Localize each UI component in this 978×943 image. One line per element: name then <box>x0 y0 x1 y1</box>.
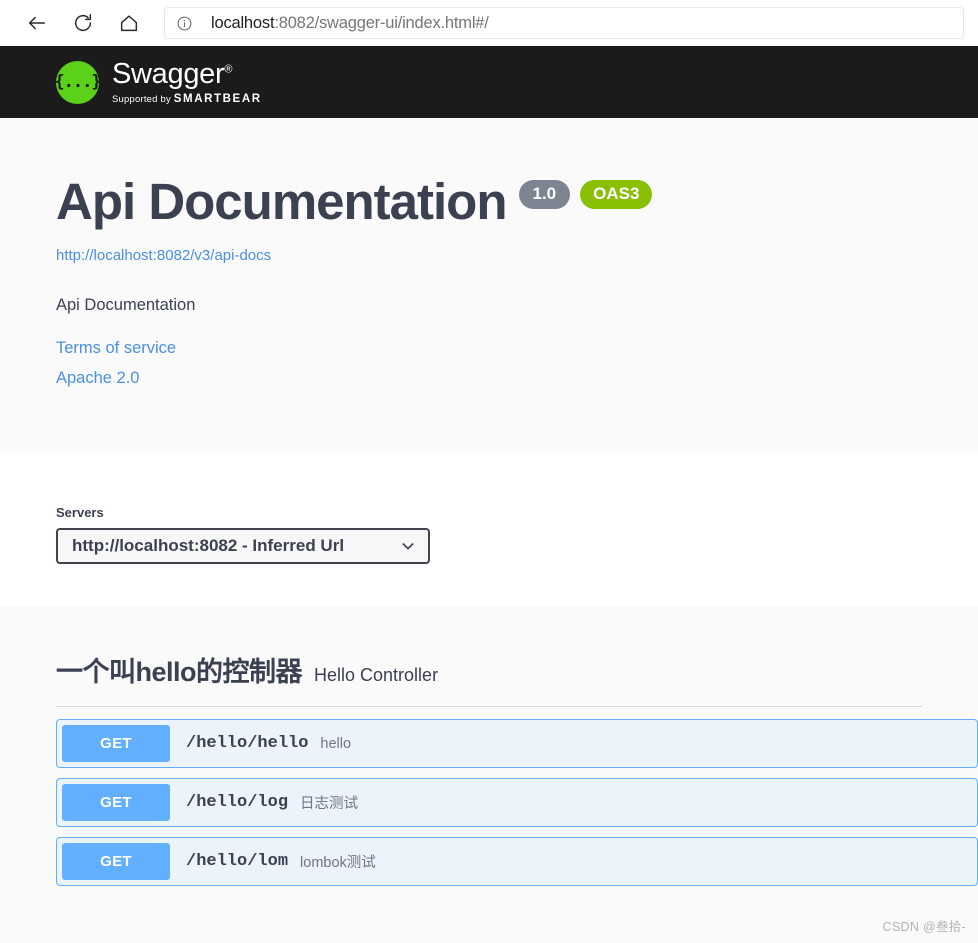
logo-subtitle: Supported by SMARTBEAR <box>112 93 262 105</box>
method-badge-get: GET <box>62 784 170 821</box>
back-button[interactable] <box>14 5 60 41</box>
operation-row[interactable]: GET /hello/lom lombok测试 <box>56 837 978 886</box>
method-badge-get: GET <box>62 725 170 762</box>
swagger-logo[interactable]: {...} Swagger® Supported by SMARTBEAR <box>54 57 262 105</box>
server-select-value: http://localhost:8082 - Inferred Url <box>72 536 345 555</box>
tag-description: Hello Controller <box>314 665 439 685</box>
url-path: :8082/swagger-ui/index.html#/ <box>274 13 489 32</box>
home-icon <box>120 15 138 32</box>
terms-of-service-link[interactable]: Terms of service <box>56 339 922 358</box>
operation-summary: lombok测试 <box>300 855 376 871</box>
address-bar[interactable]: localhost:8082/swagger-ui/index.html#/ <box>164 7 964 39</box>
reload-button[interactable] <box>60 5 106 41</box>
operations-section: 一个叫hello的控制器 Hello Controller GET /hello… <box>0 606 978 886</box>
swagger-braces-icon: {...} <box>54 60 102 104</box>
license-link[interactable]: Apache 2.0 <box>56 369 922 388</box>
operation-summary: 日志测试 <box>300 796 359 812</box>
servers-label: Servers <box>56 505 104 520</box>
spec-url-link[interactable]: http://localhost:8082/v3/api-docs <box>56 247 922 264</box>
tag-name: 一个叫hello的控制器 <box>56 657 303 687</box>
version-badge: 1.0 <box>518 180 571 209</box>
logo-title-text: Swagger <box>112 57 225 90</box>
arrow-left-icon <box>28 16 46 30</box>
operation-path: /hello/log <box>186 793 289 812</box>
servers-section: Servers http://localhost:8082 - Inferred… <box>0 453 978 606</box>
api-description: Api Documentation <box>56 296 196 314</box>
operations-list: GET /hello/hello hello GET /hello/log 日志… <box>0 707 978 886</box>
swagger-topbar: {...} Swagger® Supported by SMARTBEAR <box>0 46 978 118</box>
page-title: Api Documentation <box>56 173 507 230</box>
oas-badge: OAS3 <box>580 180 653 209</box>
logo-title: Swagger® <box>112 57 262 90</box>
server-select[interactable]: http://localhost:8082 - Inferred Url <box>56 528 430 564</box>
operation-path: /hello/lom <box>186 852 289 871</box>
watermark: CSDN @叁拾- <box>882 920 966 934</box>
trademark-mark: ® <box>224 62 233 75</box>
api-title-row: Api Documentation 1.0 OAS3 <box>56 176 922 227</box>
url-text: localhost:8082/swagger-ui/index.html#/ <box>211 14 489 33</box>
browser-toolbar: localhost:8082/swagger-ui/index.html#/ <box>0 0 978 46</box>
logo-text-block: Swagger® Supported by SMARTBEAR <box>112 57 262 105</box>
operation-summary: hello <box>320 735 352 752</box>
chevron-down-icon <box>400 538 416 554</box>
url-host: localhost <box>211 13 275 32</box>
home-button[interactable] <box>106 5 152 41</box>
tag-header[interactable]: 一个叫hello的控制器 Hello Controller <box>0 650 978 689</box>
smartbear-brand: SMARTBEAR <box>173 92 262 105</box>
operation-path: /hello/hello <box>186 734 309 753</box>
supported-by-label: Supported by <box>112 93 174 105</box>
reload-icon <box>74 14 92 32</box>
site-info-icon[interactable] <box>176 15 193 32</box>
api-info-section: Api Documentation 1.0 OAS3 http://localh… <box>0 118 978 453</box>
operation-row[interactable]: GET /hello/log 日志测试 <box>56 778 978 827</box>
method-badge-get: GET <box>62 843 170 880</box>
operation-row[interactable]: GET /hello/hello hello <box>56 719 978 768</box>
